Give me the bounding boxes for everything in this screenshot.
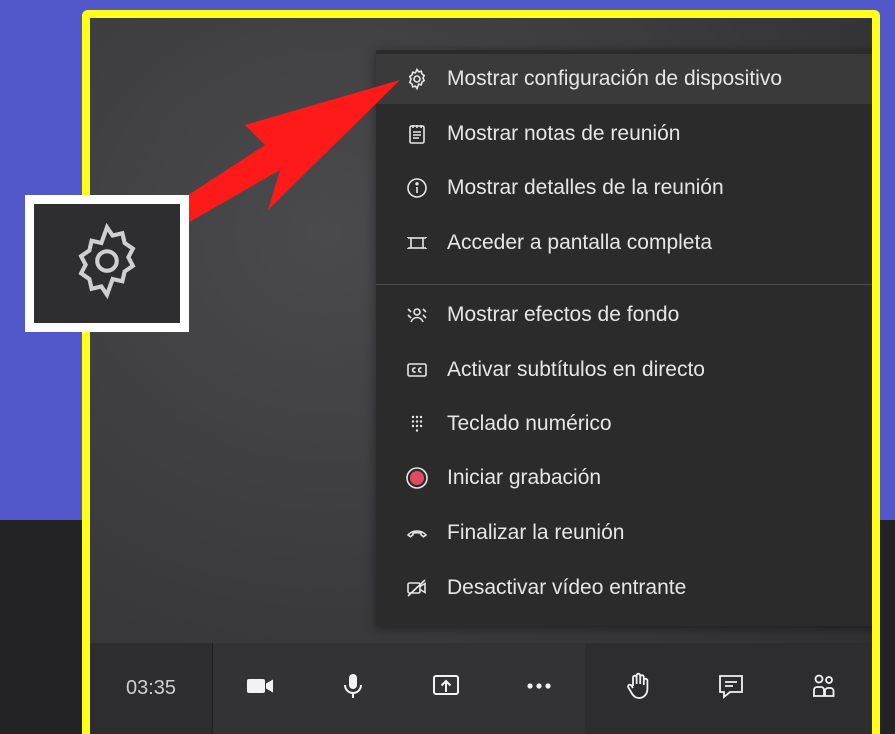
captions-icon bbox=[403, 356, 431, 384]
menu-item-background-effects[interactable]: Mostrar efectos de fondo bbox=[376, 290, 872, 340]
menu-item-label: Mostrar configuración de dispositivo bbox=[447, 67, 782, 90]
gear-icon bbox=[62, 216, 152, 311]
call-toolbar: 03:35 bbox=[90, 643, 872, 734]
menu-item-label: Mostrar notas de reunión bbox=[447, 122, 681, 145]
menu-item-fullscreen[interactable]: Acceder a pantalla completa bbox=[376, 218, 872, 268]
menu-item-meeting-details[interactable]: Mostrar detalles de la reunión bbox=[376, 163, 872, 213]
menu-item-device-settings[interactable]: Mostrar configuración de dispositivo bbox=[376, 54, 872, 104]
menu-item-label: Finalizar la reunión bbox=[447, 521, 625, 544]
call-timer: 03:35 bbox=[90, 643, 213, 734]
menu-item-label: Activar subtítulos en directo bbox=[447, 358, 705, 381]
menu-item-label: Iniciar grabación bbox=[447, 466, 602, 489]
menu-item-live-captions[interactable]: Activar subtítulos en directo bbox=[376, 345, 872, 395]
hangup-icon bbox=[403, 519, 431, 547]
participants-icon bbox=[808, 670, 840, 707]
microphone-button[interactable] bbox=[306, 643, 399, 734]
red-pointer-arrow bbox=[150, 80, 400, 240]
menu-item-label: Mostrar efectos de fondo bbox=[447, 303, 680, 326]
more-options-icon bbox=[523, 670, 555, 707]
menu-item-disable-incoming-video[interactable]: Desactivar vídeo entrante bbox=[376, 563, 872, 613]
menu-item-label: Desactivar vídeo entrante bbox=[447, 576, 687, 599]
chat-icon bbox=[715, 670, 747, 707]
camera-button[interactable] bbox=[213, 643, 306, 734]
chat-button[interactable] bbox=[684, 643, 777, 734]
menu-item-dialpad[interactable]: Teclado numérico bbox=[376, 399, 872, 449]
dialpad-icon bbox=[403, 410, 431, 438]
record-icon bbox=[403, 464, 431, 492]
menu-divider bbox=[376, 284, 872, 285]
menu-item-meeting-notes[interactable]: Mostrar notas de reunión bbox=[376, 109, 872, 159]
menu-item-label: Mostrar detalles de la reunión bbox=[447, 176, 724, 199]
background-effects-icon bbox=[403, 301, 431, 329]
gear-callout bbox=[25, 195, 189, 332]
share-screen-button[interactable] bbox=[399, 643, 492, 734]
raise-hand-button[interactable] bbox=[591, 643, 684, 734]
camera-icon bbox=[244, 670, 276, 707]
menu-item-label: Teclado numérico bbox=[447, 412, 612, 435]
microphone-icon bbox=[337, 670, 369, 707]
share-screen-icon bbox=[430, 670, 462, 707]
menu-item-end-meeting[interactable]: Finalizar la reunión bbox=[376, 508, 872, 558]
menu-item-start-recording[interactable]: Iniciar grabación bbox=[376, 453, 872, 503]
gear-callout-inner bbox=[34, 204, 180, 323]
call-side-controls bbox=[591, 643, 870, 734]
participants-button[interactable] bbox=[777, 643, 870, 734]
call-controls bbox=[213, 643, 585, 734]
menu-item-label: Acceder a pantalla completa bbox=[447, 231, 712, 254]
more-options-button[interactable] bbox=[492, 643, 585, 734]
more-options-menu: Mostrar configuración de dispositivo Mos… bbox=[376, 50, 872, 626]
raise-hand-icon bbox=[622, 670, 654, 707]
video-off-icon bbox=[403, 574, 431, 602]
